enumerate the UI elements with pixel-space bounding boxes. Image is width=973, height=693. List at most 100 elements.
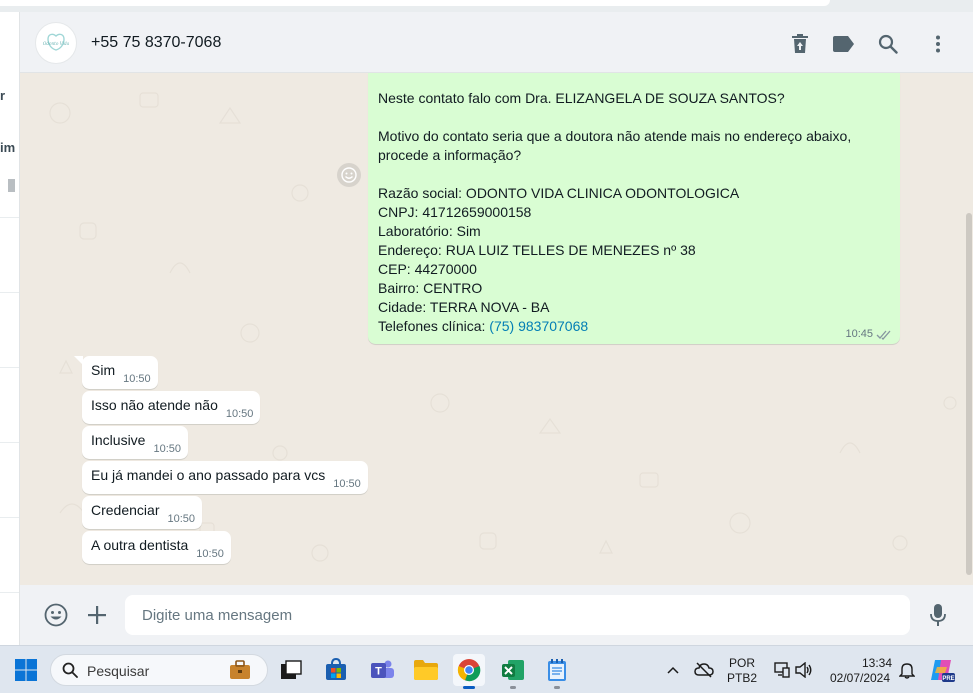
incoming-message-text: Eu já mandei o ano passado para vcs	[91, 467, 326, 483]
voice-message-button[interactable]	[924, 601, 952, 629]
notifications-button[interactable]	[891, 654, 923, 686]
contact-avatar[interactable]: Odonto Vida	[35, 22, 77, 64]
incoming-message[interactable]: Sim 10:50	[74, 356, 158, 389]
menu-icon	[936, 35, 940, 53]
running-app-indicator	[554, 686, 560, 689]
message-line: Bairro: CENTRO	[378, 280, 483, 296]
windows-taskbar: Pesquisar T POR PTB2 13:34 02/07/2024 PR…	[0, 645, 973, 693]
clock-time: 13:34	[861, 656, 892, 670]
attach-button[interactable]	[83, 601, 111, 629]
conversation-panel[interactable]: Neste contato falo com Dra. ELIZANGELA D…	[20, 73, 973, 585]
message-line: procede a informação?	[378, 147, 522, 163]
chrome-icon	[457, 659, 481, 682]
browser-address-area	[0, 0, 830, 6]
store-button[interactable]	[320, 654, 352, 686]
incoming-message-text: Inclusive	[91, 432, 146, 448]
taskbar-search-label: Pesquisar	[87, 663, 150, 679]
phone-link[interactable]: (75) 983707068	[489, 318, 588, 334]
copilot-button[interactable]: PRE	[926, 654, 958, 686]
double-check-icon	[876, 330, 891, 340]
task-view-button[interactable]	[275, 654, 307, 686]
message-time: 10:45	[845, 328, 873, 340]
emoji-button[interactable]	[42, 601, 70, 629]
search-button[interactable]	[876, 32, 900, 56]
message-line: Razão social: ODONTO VIDA CLINICA ODONTO…	[378, 185, 740, 201]
microphone-icon	[930, 604, 946, 626]
incoming-message[interactable]: A outra dentista 10:50	[82, 531, 231, 564]
delete-icon	[792, 34, 808, 53]
sidebar-scrollbar[interactable]	[8, 179, 15, 192]
microsoft-store-icon	[326, 658, 346, 680]
incoming-message-text: Sim	[91, 362, 116, 378]
chat-header[interactable]: Odonto Vida +55 75 8370-7068	[20, 12, 973, 73]
onedrive-button[interactable]	[688, 654, 720, 686]
excel-button[interactable]	[497, 654, 529, 689]
task-view-icon	[281, 660, 302, 679]
incoming-message[interactable]: Credenciar 10:50	[82, 496, 203, 529]
sidebar-fragment-2: im	[0, 140, 16, 155]
running-app-indicator	[510, 686, 516, 689]
incoming-message[interactable]: Eu já mandei o ano passado para vcs 10:5…	[82, 461, 368, 494]
taskbar-search[interactable]: Pesquisar	[50, 654, 268, 686]
start-button[interactable]	[10, 654, 42, 686]
copilot-icon: PRE	[931, 660, 955, 682]
message-line: Endereço: RUA LUIZ TELLES DE MENEZES nº …	[378, 242, 696, 258]
clock[interactable]: 13:34 02/07/2024	[822, 656, 898, 686]
sidebar-divider	[0, 517, 19, 518]
cloud-offline-icon	[694, 662, 714, 678]
incoming-message-time: 10:50	[196, 548, 224, 560]
file-explorer-button[interactable]	[410, 654, 442, 686]
sidebar-divider	[0, 217, 19, 218]
input-language[interactable]: POR PTB2	[726, 656, 758, 686]
incoming-message-text: Isso não atende não	[91, 397, 218, 413]
show-hidden-icons-button[interactable]	[657, 654, 689, 686]
chevron-up-icon	[667, 666, 679, 674]
bubble-tail	[74, 356, 83, 365]
teams-icon: T	[371, 660, 394, 678]
avatar-logo-icon: Odonto Vida	[43, 33, 70, 51]
outgoing-message[interactable]: Neste contato falo com Dra. ELIZANGELA D…	[368, 73, 900, 344]
message-phone-line: Telefones clínica: (75) 983707068	[378, 317, 888, 336]
keyboard-layout: PTB2	[726, 671, 757, 685]
excel-icon	[502, 660, 524, 680]
menu-button[interactable]	[926, 32, 950, 56]
message-line	[378, 108, 888, 127]
volume-button[interactable]	[788, 654, 820, 686]
incoming-message-text: Credenciar	[91, 502, 160, 518]
message-line: CNPJ: 41712659000158	[378, 204, 532, 220]
message-line: CEP: 44270000	[378, 261, 477, 277]
sidebar-divider	[0, 367, 19, 368]
contact-name[interactable]: +55 75 8370-7068	[91, 34, 221, 52]
chat-list-sidebar[interactable]: r im	[0, 12, 20, 645]
label-button[interactable]	[832, 32, 856, 56]
message-line	[378, 165, 888, 184]
conversation-scrollbar[interactable]	[966, 213, 972, 575]
sidebar-divider	[0, 292, 19, 293]
search-icon	[878, 34, 898, 54]
copilot-badge: PRE	[942, 676, 954, 682]
message-input[interactable]	[125, 595, 910, 635]
browser-top-strip	[0, 0, 973, 12]
teams-button[interactable]: T	[366, 654, 398, 686]
phone-label: Telefones clínica:	[378, 318, 490, 334]
plus-icon	[88, 606, 106, 624]
emoji-reaction-icon	[341, 167, 357, 183]
search-icon	[62, 662, 78, 678]
reaction-button[interactable]	[337, 163, 361, 187]
speaker-icon	[795, 662, 812, 678]
chrome-button[interactable]	[453, 654, 485, 689]
avatar-logo-text: Odonto Vida	[43, 41, 70, 46]
incoming-message[interactable]: Isso não atende não 10:50	[82, 391, 261, 424]
notepad-button[interactable]	[541, 654, 573, 689]
incoming-message[interactable]: Inclusive 10:50	[82, 426, 188, 459]
briefcase-icon	[230, 660, 250, 679]
incoming-message-time: 10:50	[123, 373, 151, 385]
message-line: Laboratório: Sim	[378, 223, 481, 239]
message-composer[interactable]	[20, 585, 973, 645]
incoming-message-time: 10:50	[333, 478, 361, 490]
incoming-message-time: 10:50	[153, 443, 181, 455]
message-line: Cidade: TERRA NOVA - BA	[378, 299, 550, 315]
notepad-icon	[548, 659, 566, 681]
delete-button[interactable]	[788, 32, 812, 56]
svg-text:T: T	[375, 666, 382, 678]
